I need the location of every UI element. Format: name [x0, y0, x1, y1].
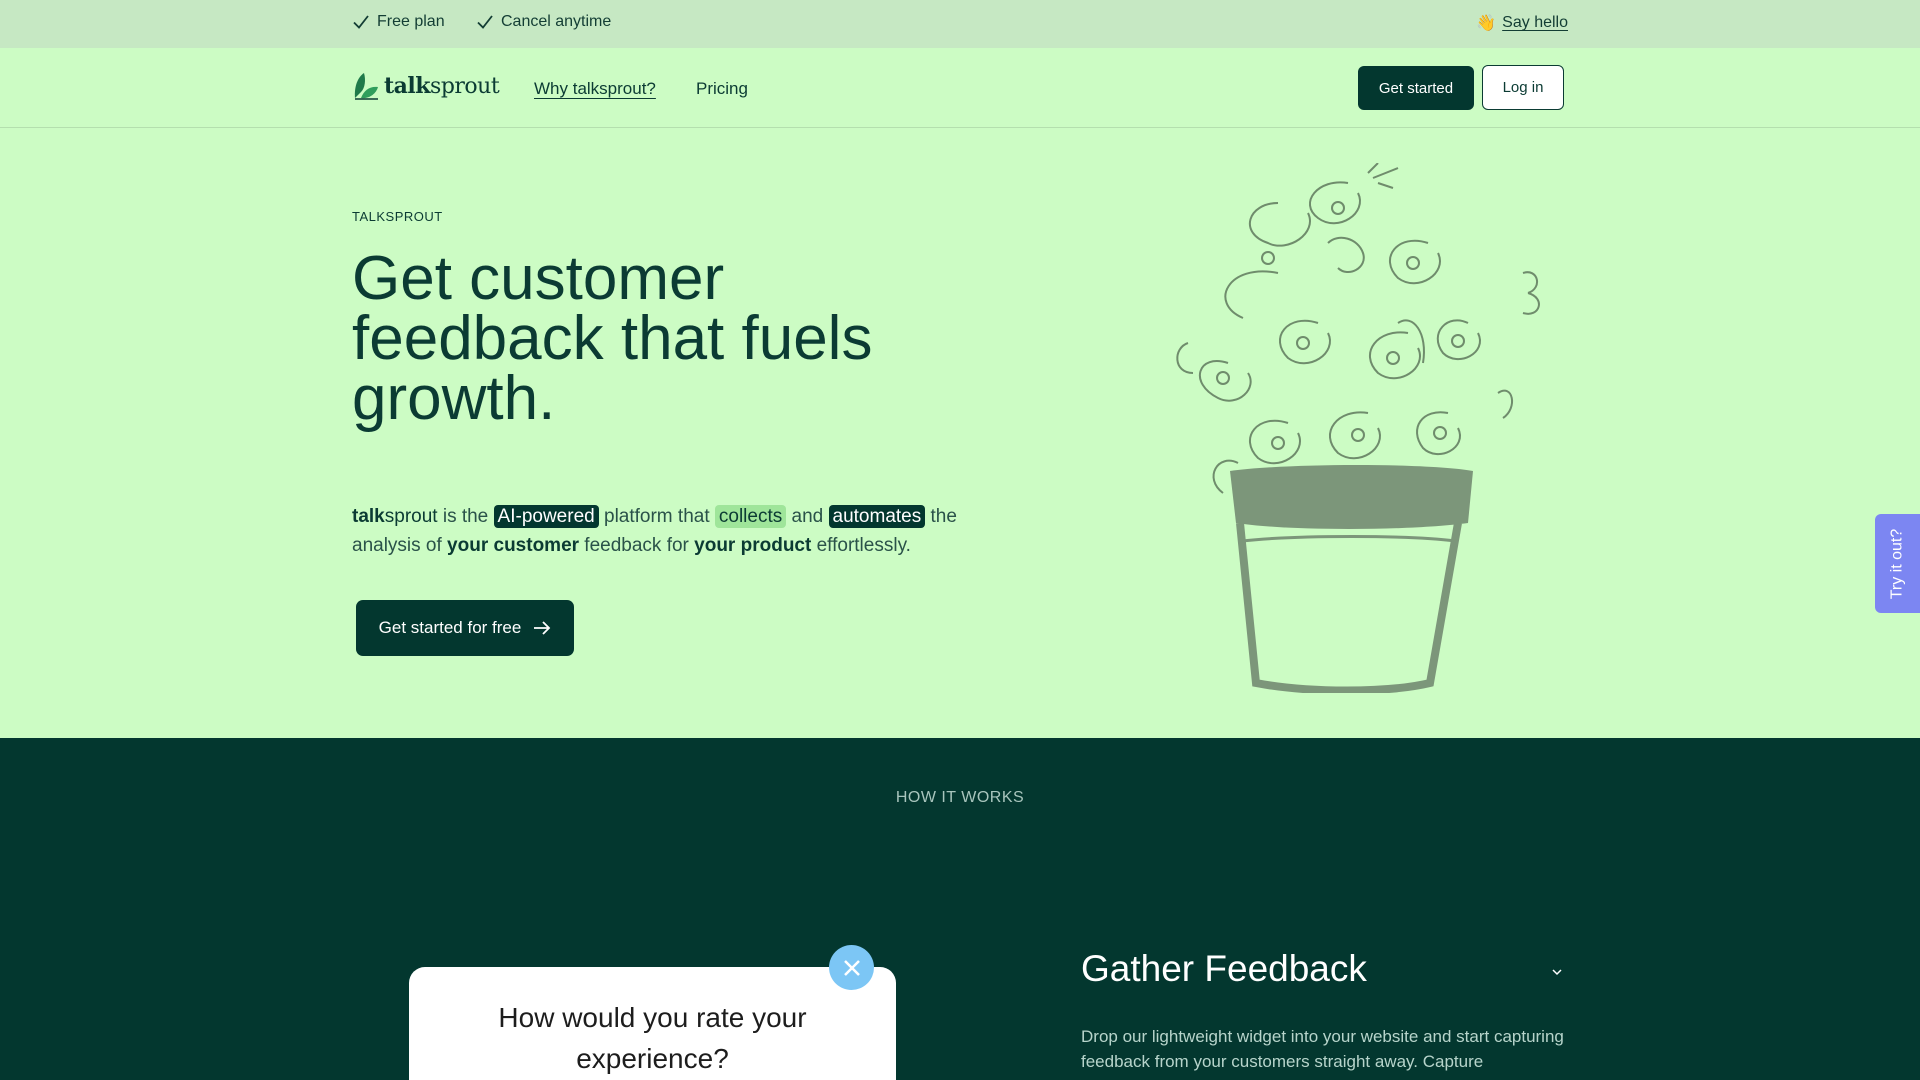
perk-label: Cancel anytime — [501, 13, 612, 30]
get-started-button[interactable]: Get started — [1358, 66, 1474, 110]
chevron-down-icon[interactable] — [1549, 964, 1565, 980]
hero-section: TALKSPROUT Get customer feedback that fu… — [0, 129, 1920, 738]
chip-collects: collects — [714, 505, 787, 528]
get-started-for-free-button[interactable]: Get started for free — [356, 600, 574, 656]
chip-ai-powered: AI-powered — [493, 505, 599, 528]
section-label: HOW IT WORKS — [895, 789, 1025, 806]
plant-pot-illustration — [1176, 163, 1540, 693]
chip-automates: automates — [828, 505, 926, 528]
close-icon — [843, 959, 860, 976]
perk-cancel-anytime: Cancel anytime — [476, 13, 611, 31]
waving-hand-icon: 👋 — [1476, 15, 1497, 32]
try-it-out-tab[interactable]: Try it out? — [1875, 514, 1920, 613]
say-hello: 👋 Say hello — [1476, 13, 1568, 33]
how-it-works-section: HOW IT WORKS How would you rate your exp… — [0, 738, 1920, 1080]
nav-link-why-talksprout[interactable]: Why talksprout? — [534, 79, 656, 99]
perk-free-plan: Free plan — [352, 13, 445, 31]
check-icon — [477, 15, 493, 29]
say-hello-link[interactable]: Say hello — [1502, 14, 1568, 32]
logo-wordmark: talksprout — [384, 73, 500, 99]
feedback-widget-card: How would you rate your experience? — [409, 967, 896, 1080]
hero-description: talksprout is the AI-powered platform th… — [352, 505, 957, 556]
rating-question: How would you rate your experience? — [498, 1002, 807, 1074]
sprout-leaf-icon — [354, 73, 378, 100]
accordion-body: Drop our lightweight widget into your we… — [1081, 1027, 1564, 1071]
check-icon — [353, 15, 369, 29]
announcement-bar: Free plan Cancel anytime 👋 Say hello — [0, 0, 1920, 48]
hero-headline: Get customer feedback that fuels growth. — [352, 244, 873, 433]
hero-eyebrow: TALKSPROUT — [352, 209, 443, 224]
perk-label: Free plan — [377, 13, 445, 30]
log-in-button[interactable]: Log in — [1482, 65, 1564, 110]
main-nav: talksprout Why talksprout? Pricing Get s… — [0, 48, 1920, 128]
close-widget-button[interactable] — [829, 945, 874, 990]
try-it-out-label: Try it out? — [1888, 528, 1906, 599]
nav-link-pricing[interactable]: Pricing — [696, 79, 748, 99]
logo[interactable]: talksprout — [352, 70, 500, 102]
accordion-title-gather-feedback[interactable]: Gather Feedback — [1081, 948, 1367, 990]
cta-label: Get started for free — [378, 618, 522, 637]
arrow-right-icon — [534, 621, 551, 635]
